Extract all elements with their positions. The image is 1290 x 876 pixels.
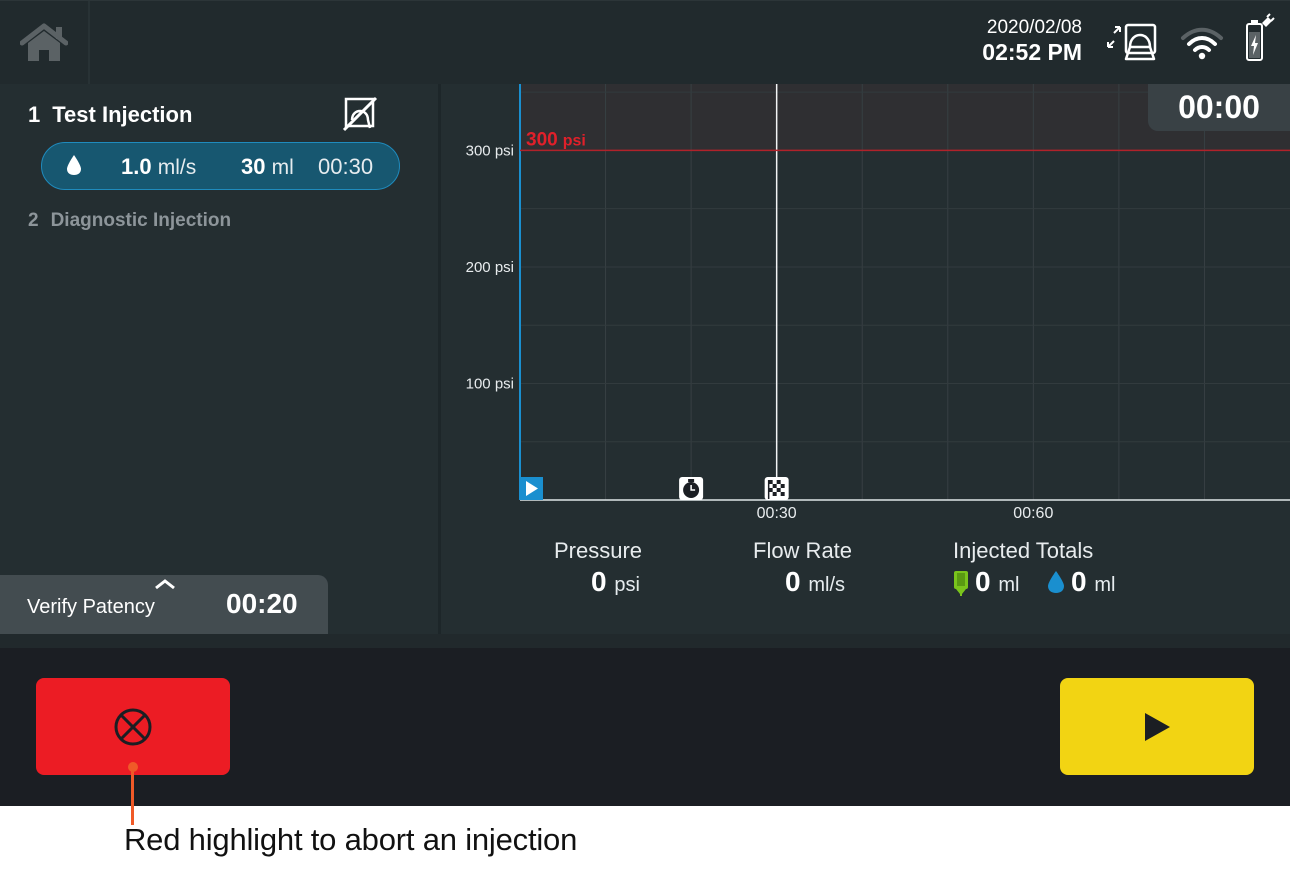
- elapsed-time: 00:00: [1148, 84, 1290, 131]
- flow-rate-unit: ml/s: [157, 156, 197, 179]
- phase-1-title[interactable]: 1 Test Injection: [28, 102, 192, 128]
- phase-name: Diagnostic Injection: [50, 210, 232, 231]
- pressure-limit-value: 300: [526, 129, 558, 150]
- pressure-readout: 0 psi: [591, 566, 640, 598]
- abort-circle-x-icon: [114, 708, 152, 745]
- flag-check: [776, 480, 781, 484]
- saline-drop-icon: [1048, 571, 1064, 593]
- live-readouts: Pressure 0 psi Flow Rate 0 ml/s Injected…: [441, 532, 1290, 634]
- x-tick-label: 00:30: [757, 505, 797, 522]
- phase-number: 2: [28, 210, 39, 231]
- date-text: 2020/02/08: [986, 17, 1082, 38]
- flag-check: [772, 484, 777, 488]
- step-flow-rate: 1.0 ml/s: [121, 154, 196, 180]
- volume-unit: ml: [271, 156, 294, 179]
- injector-connect-icon[interactable]: [1104, 21, 1160, 63]
- contrast-total-unit: ml: [998, 574, 1020, 596]
- flag-check: [776, 488, 781, 492]
- y-tick-label: 300 psi: [466, 142, 514, 159]
- checkered-flag-marker-icon: [764, 477, 789, 500]
- date-time: 2020/02/08 02:52 PM: [982, 17, 1082, 65]
- callout-line: [131, 770, 134, 825]
- top-bar: 2020/02/08 02:52 PM: [0, 0, 1290, 85]
- saline-drop-icon: [67, 155, 81, 175]
- panel-bottom-strip: [0, 634, 1290, 648]
- flow-rate-live-value: 0: [785, 566, 801, 597]
- verify-patency-timer: 00:20: [226, 588, 298, 619]
- play-icon: [1145, 712, 1170, 741]
- injector-screen: 2020/02/08 02:52 PM 1 Test Injection 1.0…: [0, 0, 1290, 806]
- abort-injection-button[interactable]: [36, 678, 230, 775]
- flow-rate-label: Flow Rate: [753, 538, 853, 563]
- contrast-total-value: 0: [975, 566, 991, 597]
- y-tick-label: 100 psi: [466, 375, 514, 392]
- home-button[interactable]: [0, 1, 90, 85]
- phase-step-pill[interactable]: 1.0 ml/s 30 ml 00:30: [41, 142, 400, 190]
- stopwatch-crown: [688, 479, 695, 482]
- y-tick-label: 200 psi: [466, 259, 514, 276]
- pressure-chart-panel: 300 psi 100 psi 200 psi 300 psi 00:30 00:60 0…: [441, 84, 1290, 634]
- phase-2-title[interactable]: 2 Diagnostic Injection: [28, 210, 231, 232]
- flow-rate-live-unit: ml/s: [808, 574, 846, 596]
- pressure-label: Pressure: [554, 538, 643, 563]
- annotation-caption: Red highlight to abort an injection: [124, 822, 578, 857]
- flag-check: [780, 484, 785, 488]
- stopwatch-marker-icon: [679, 477, 704, 500]
- injector-disconnected-icon: [342, 96, 378, 132]
- pressure-unit: psi: [614, 574, 640, 596]
- start-injection-button[interactable]: [1060, 678, 1254, 775]
- verify-patency-label: Verify Patency: [27, 596, 155, 618]
- saline-total-readout: 0 ml: [1071, 566, 1115, 598]
- action-bar: [0, 648, 1290, 806]
- step-volume: 30 ml: [241, 154, 294, 180]
- flow-rate-value: 1.0: [121, 154, 152, 179]
- battery-charging-icon[interactable]: [1244, 13, 1276, 65]
- wifi-icon[interactable]: [1180, 27, 1224, 61]
- chevron-up-icon: [155, 579, 175, 590]
- pressure-value: 0: [591, 566, 607, 597]
- home-icon: [20, 23, 68, 61]
- contrast-syringe-icon: [954, 571, 968, 596]
- pressure-limit-unit: psi: [563, 132, 586, 149]
- phase-number: 1: [28, 102, 41, 127]
- play-marker-icon: [520, 477, 543, 500]
- phase-name: Test Injection: [52, 102, 193, 127]
- flow-rate-readout: 0 ml/s: [785, 566, 845, 598]
- pressure-chart: 300 psi 100 psi 200 psi 300 psi 00:30 00:60: [466, 84, 1290, 522]
- protocol-panel: 1 Test Injection 1.0 ml/s 30 ml 00:30 2 Di…: [0, 84, 438, 634]
- pressure-limit-label: 300 psi: [526, 129, 586, 150]
- x-tick-label: 00:60: [1013, 505, 1053, 522]
- saline-total-value: 0: [1071, 566, 1087, 597]
- step-duration: 00:30: [318, 154, 374, 179]
- verify-patency-tab[interactable]: Verify Patency 00:20: [0, 575, 328, 634]
- time-text: 02:52 PM: [982, 39, 1082, 65]
- flag-check: [780, 492, 785, 496]
- flag-check: [772, 492, 777, 496]
- saline-total-unit: ml: [1094, 574, 1116, 596]
- contrast-total-readout: 0 ml: [975, 566, 1019, 598]
- volume-value: 30: [241, 154, 266, 179]
- injected-totals-label: Injected Totals: [953, 538, 1094, 563]
